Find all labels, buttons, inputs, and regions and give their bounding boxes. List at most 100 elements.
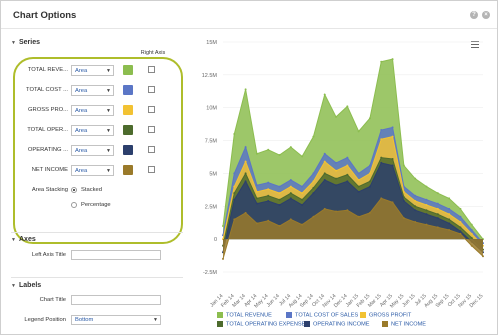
- data-point[interactable]: [289, 192, 292, 195]
- data-point[interactable]: [448, 197, 451, 200]
- data-point[interactable]: [391, 135, 394, 138]
- legend-item[interactable]: OPERATING INCOME: [304, 321, 369, 329]
- stacked-radio[interactable]: [71, 187, 77, 193]
- data-point[interactable]: [233, 133, 236, 135]
- data-point[interactable]: [255, 222, 258, 225]
- data-point[interactable]: [233, 198, 236, 201]
- data-point[interactable]: [233, 185, 236, 188]
- data-point[interactable]: [346, 173, 349, 176]
- data-point[interactable]: [436, 207, 439, 210]
- data-point[interactable]: [357, 190, 360, 193]
- data-point[interactable]: [346, 180, 349, 183]
- data-point[interactable]: [414, 205, 417, 208]
- series-type-select[interactable]: Area ▼: [71, 85, 114, 96]
- series-type-select[interactable]: Area ▼: [71, 145, 114, 156]
- data-point[interactable]: [289, 197, 292, 200]
- data-point[interactable]: [312, 215, 315, 218]
- data-point[interactable]: [414, 194, 417, 197]
- data-point[interactable]: [470, 223, 473, 226]
- data-point[interactable]: [391, 126, 394, 129]
- data-point[interactable]: [425, 213, 428, 216]
- data-point[interactable]: [380, 156, 383, 159]
- data-point[interactable]: [267, 188, 270, 191]
- close-icon[interactable]: ×: [482, 11, 490, 19]
- legend-item[interactable]: TOTAL OPERATING EXPENSES: [217, 321, 309, 329]
- data-point[interactable]: [357, 130, 360, 133]
- data-point[interactable]: [255, 190, 258, 193]
- data-point[interactable]: [255, 184, 258, 187]
- data-point[interactable]: [436, 217, 439, 220]
- series-color-swatch[interactable]: [123, 105, 133, 115]
- data-point[interactable]: [301, 203, 304, 206]
- data-point[interactable]: [414, 200, 417, 203]
- data-point[interactable]: [346, 156, 349, 159]
- data-point[interactable]: [459, 232, 462, 235]
- data-point[interactable]: [470, 236, 473, 239]
- series-color-swatch[interactable]: [123, 85, 133, 95]
- series-type-select[interactable]: Area ▼: [71, 105, 114, 116]
- data-point[interactable]: [402, 164, 405, 167]
- data-point[interactable]: [278, 203, 281, 206]
- chart-title-input[interactable]: [71, 295, 161, 305]
- data-point[interactable]: [335, 210, 338, 213]
- data-point[interactable]: [323, 93, 326, 96]
- data-point[interactable]: [459, 230, 462, 233]
- data-point[interactable]: [301, 223, 304, 226]
- data-point[interactable]: [482, 255, 484, 258]
- data-point[interactable]: [459, 226, 462, 229]
- data-point[interactable]: [278, 198, 281, 201]
- data-point[interactable]: [278, 225, 281, 227]
- data-point[interactable]: [312, 180, 315, 183]
- series-color-swatch[interactable]: [123, 65, 133, 75]
- data-point[interactable]: [368, 117, 371, 120]
- data-point[interactable]: [368, 211, 371, 214]
- data-point[interactable]: [267, 194, 270, 197]
- data-point[interactable]: [289, 218, 292, 221]
- data-point[interactable]: [335, 177, 338, 180]
- data-point[interactable]: [301, 155, 304, 158]
- data-point[interactable]: [301, 185, 304, 188]
- data-point[interactable]: [391, 201, 394, 204]
- data-point[interactable]: [267, 181, 270, 184]
- data-point[interactable]: [380, 129, 383, 132]
- data-point[interactable]: [222, 225, 224, 227]
- data-point[interactable]: [335, 184, 338, 187]
- data-point[interactable]: [470, 228, 473, 231]
- data-point[interactable]: [323, 207, 326, 210]
- data-point[interactable]: [436, 202, 439, 205]
- data-point[interactable]: [312, 192, 315, 195]
- legend-position-select[interactable]: Bottom ▼: [71, 315, 161, 325]
- data-point[interactable]: [312, 172, 315, 175]
- data-point[interactable]: [425, 198, 428, 201]
- data-point[interactable]: [459, 221, 462, 224]
- data-point[interactable]: [357, 179, 360, 181]
- data-point[interactable]: [244, 180, 247, 183]
- data-point[interactable]: [244, 172, 247, 175]
- data-point[interactable]: [380, 197, 383, 200]
- data-point[interactable]: [346, 105, 349, 108]
- series-section-header[interactable]: ▼ Series: [11, 39, 40, 46]
- data-point[interactable]: [425, 209, 428, 212]
- data-point[interactable]: [402, 200, 405, 203]
- data-point[interactable]: [459, 207, 462, 210]
- data-point[interactable]: [267, 200, 270, 203]
- data-point[interactable]: [436, 213, 439, 216]
- data-point[interactable]: [335, 161, 338, 164]
- data-point[interactable]: [470, 244, 473, 247]
- help-icon[interactable]: ?: [470, 11, 478, 19]
- axes-section-header[interactable]: ▼ Axes: [11, 236, 36, 243]
- legend-item[interactable]: TOTAL COST OF SALES: [286, 312, 358, 320]
- data-point[interactable]: [402, 190, 405, 193]
- data-point[interactable]: [368, 180, 371, 183]
- data-point[interactable]: [255, 152, 258, 155]
- data-point[interactable]: [278, 154, 281, 157]
- right-axis-checkbox[interactable]: [148, 86, 155, 93]
- data-point[interactable]: [391, 164, 394, 167]
- data-point[interactable]: [368, 164, 371, 167]
- data-point[interactable]: [380, 60, 383, 63]
- data-point[interactable]: [255, 202, 258, 205]
- data-point[interactable]: [335, 169, 338, 172]
- data-point[interactable]: [459, 215, 462, 218]
- data-point[interactable]: [368, 185, 371, 188]
- data-point[interactable]: [448, 213, 451, 216]
